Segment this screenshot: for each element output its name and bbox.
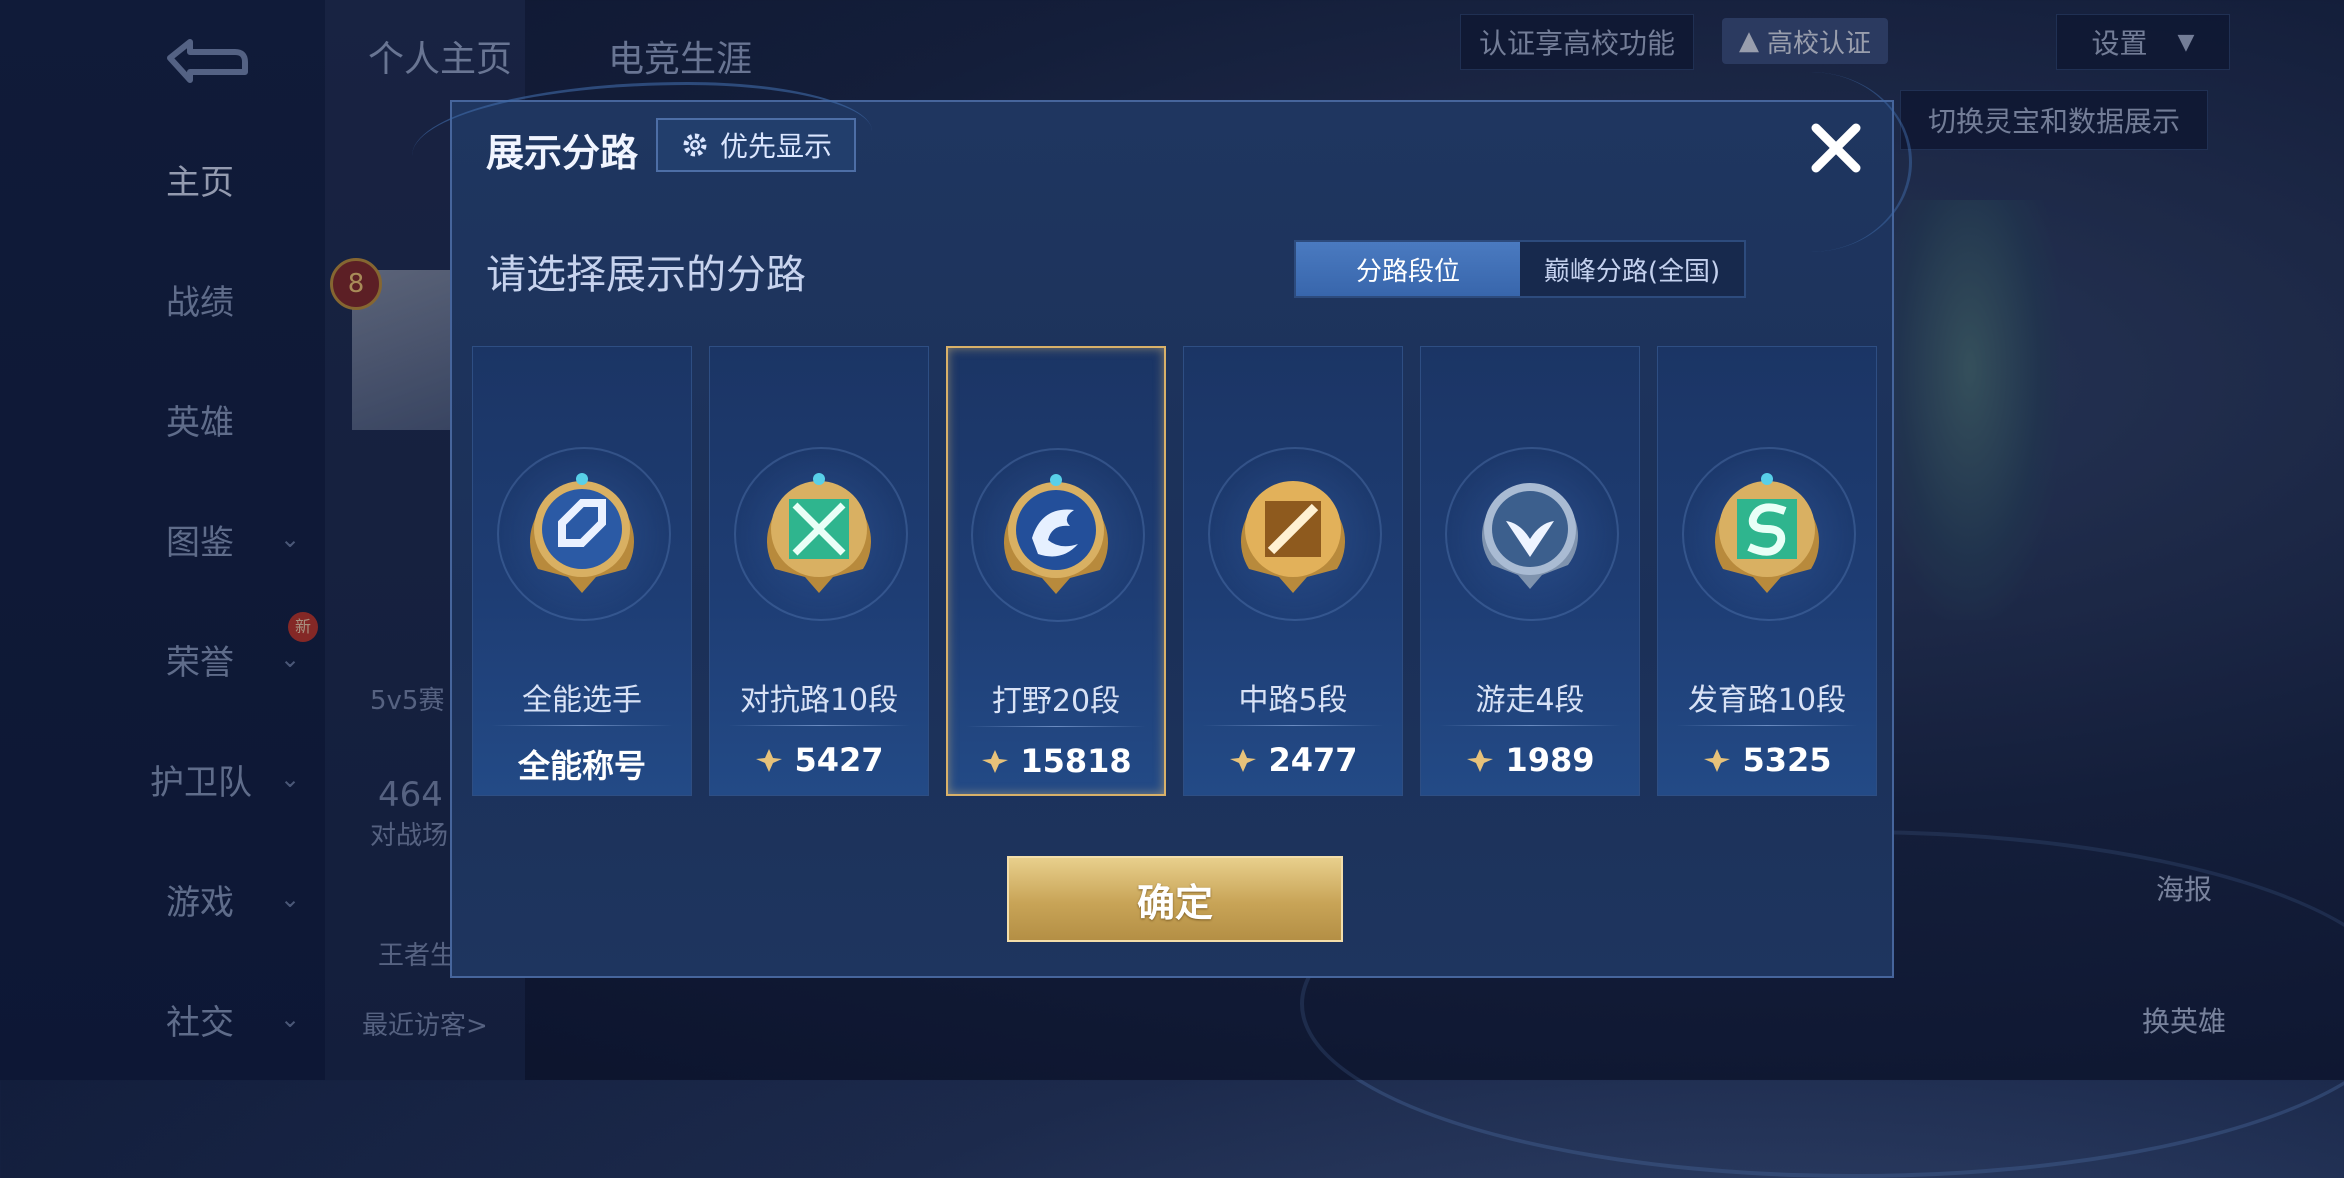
lane-card-roam[interactable]: 游走4段 1989 [1420, 346, 1640, 796]
lane-card-farm[interactable]: 发育路10段 5325 [1657, 346, 1877, 796]
rank-points-icon [982, 750, 1009, 773]
close-icon[interactable] [1804, 116, 1868, 180]
farm-lane-emblem-icon [1715, 473, 1819, 593]
divider [966, 726, 1146, 727]
rank-points-icon [1230, 749, 1257, 772]
lane-name: 对抗路10段 [739, 683, 899, 718]
rank-points-icon [1704, 749, 1731, 772]
lane-score: 5325 [1658, 741, 1876, 779]
lane-card-all-round[interactable]: 全能选手 全能称号 [472, 346, 692, 796]
lane-name: 打野20段 [991, 684, 1121, 719]
tab-lane-rank[interactable]: 分路段位 [1296, 242, 1520, 296]
confirm-button[interactable]: 确定 [1007, 856, 1343, 942]
lane-score-value: 15818 [1020, 742, 1132, 780]
lane-score: 15818 [948, 742, 1164, 780]
lane-card-clash[interactable]: 对抗路10段 5427 [709, 346, 929, 796]
clash-lane-emblem-icon [767, 473, 871, 593]
lane-card-mid[interactable]: 中路5段 2477 [1183, 346, 1403, 796]
rank-points-icon [1467, 749, 1494, 772]
dialog-title: 展示分路 [486, 131, 639, 175]
lane-score-value: 1989 [1505, 741, 1595, 779]
lane-select-dialog: 展示分路 优先显示 请选择展示的分路 分路段位 巅峰分路(全国) 全能选手 全能… [412, 72, 1912, 978]
divider [728, 725, 910, 726]
lane-card-jungle[interactable]: 打野20段 15818 [946, 346, 1166, 796]
rank-points-icon [756, 749, 783, 772]
divider [1202, 725, 1384, 726]
view-toggle: 分路段位 巅峰分路(全国) [1294, 240, 1746, 298]
lane-score-value: 全能称号 [517, 747, 646, 785]
divider [491, 725, 673, 726]
roam-emblem-icon [1482, 483, 1578, 589]
lane-score-value: 5427 [794, 741, 884, 779]
lane-name: 游走4段 [1475, 683, 1585, 718]
jungle-emblem-icon [1004, 474, 1108, 594]
lane-name: 发育路10段 [1687, 683, 1847, 718]
mid-lane-emblem-icon [1241, 481, 1345, 593]
gear-icon [683, 133, 707, 157]
priority-display-label: 优先显示 [719, 130, 832, 163]
lane-name: 全能选手 [522, 683, 642, 718]
divider [1439, 725, 1621, 726]
tab-peak-lane[interactable]: 巅峰分路(全国) [1520, 242, 1744, 296]
dialog-subtitle: 请选择展示的分路 [486, 252, 806, 298]
priority-display-button[interactable]: 优先显示 [656, 118, 856, 172]
lane-score-value: 2477 [1268, 741, 1358, 779]
lane-score: 全能称号 [473, 741, 691, 787]
lane-name: 中路5段 [1238, 683, 1348, 718]
lane-score: 5427 [710, 741, 928, 779]
lane-score: 1989 [1421, 741, 1639, 779]
lane-score-value: 5325 [1742, 741, 1832, 779]
lane-card-list: 全能选手 全能称号 对抗路10段 5427 打野20段 15818 中路5段 2… [472, 346, 1877, 796]
all-round-emblem-icon [530, 473, 634, 593]
divider [1676, 725, 1858, 726]
lane-score: 2477 [1184, 741, 1402, 779]
